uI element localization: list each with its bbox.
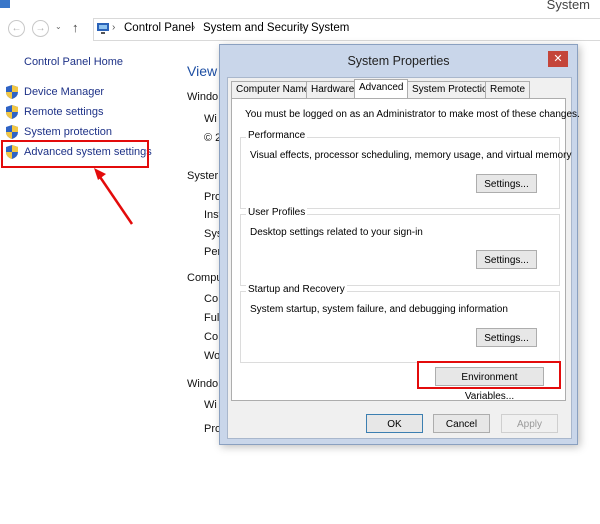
breadcrumb-system-and-security[interactable]: System and Security xyxy=(203,22,308,34)
shield-icon xyxy=(6,125,18,139)
close-icon[interactable]: ✕ xyxy=(548,51,568,67)
startup-recovery-group xyxy=(240,291,560,363)
section-fragment: Windo xyxy=(187,378,219,390)
forward-button[interactable]: → xyxy=(32,20,49,37)
tab-hardware[interactable]: Hardware xyxy=(306,81,360,98)
tab-computer-name[interactable]: Computer Name xyxy=(231,81,315,98)
control-panel-home-link[interactable]: Control Panel Home xyxy=(24,56,123,68)
section-fragment: Windo xyxy=(187,91,219,103)
startup-recovery-desc: System startup, system failure, and debu… xyxy=(250,304,508,315)
device-manager-label: Device Manager xyxy=(24,86,105,98)
section-fragment: Compu xyxy=(187,272,223,284)
advanced-tab-panel: You must be logged on as an Administrato… xyxy=(231,98,580,402)
startup-recovery-settings-button[interactable]: Settings... xyxy=(476,328,537,347)
breadcrumb-separator-icon: › xyxy=(112,22,116,33)
startup-recovery-title: Startup and Recovery xyxy=(246,284,347,295)
breadcrumb-separator-icon: › xyxy=(300,22,304,33)
cancel-button[interactable]: Cancel xyxy=(433,414,490,433)
text-fragment: Co xyxy=(204,293,219,305)
highlight-box xyxy=(417,361,561,389)
system-protection-link[interactable]: System protection xyxy=(6,123,112,141)
back-button[interactable]: ← xyxy=(8,20,25,37)
text-fragment: Ful xyxy=(204,312,220,324)
performance-settings-button[interactable]: Settings... xyxy=(476,174,537,193)
admin-notice: You must be logged on as an Administrato… xyxy=(245,109,580,120)
user-profiles-title: User Profiles xyxy=(246,207,308,218)
dialog-title: System Properties xyxy=(347,54,450,68)
ok-button[interactable]: OK xyxy=(366,414,423,433)
text-fragment: Wi xyxy=(204,113,217,125)
apply-button[interactable]: Apply xyxy=(501,414,558,433)
section-fragment: Syster xyxy=(187,170,219,182)
tab-remote[interactable]: Remote xyxy=(485,81,531,98)
performance-title: Performance xyxy=(246,130,308,141)
up-button[interactable]: ↑ xyxy=(72,20,79,35)
breadcrumb-system[interactable]: System xyxy=(311,22,349,34)
device-manager-link[interactable]: Device Manager xyxy=(6,83,104,101)
remote-settings-label: Remote settings xyxy=(24,106,104,118)
window-title: System xyxy=(546,0,590,12)
performance-group xyxy=(240,137,560,209)
tab-advanced[interactable]: Advanced xyxy=(354,79,409,99)
breadcrumb-separator-icon: › xyxy=(192,22,196,33)
shield-icon xyxy=(6,85,18,99)
recent-dropdown-icon[interactable]: ⌄ xyxy=(55,22,62,31)
text-fragment: Co xyxy=(204,331,219,343)
control-panel-icon xyxy=(97,23,109,34)
annotation-arrow-icon xyxy=(94,168,134,225)
shield-icon xyxy=(6,105,18,119)
system-protection-label: System protection xyxy=(24,126,113,138)
text-fragment: Wi xyxy=(204,399,217,411)
view-heading: View xyxy=(187,63,218,79)
user-profiles-desc: Desktop settings related to your sign-in xyxy=(250,227,423,238)
app-icon xyxy=(0,0,10,8)
breadcrumb-control-panel[interactable]: Control Panel xyxy=(124,22,194,34)
performance-desc: Visual effects, processor scheduling, me… xyxy=(250,150,572,161)
user-profiles-settings-button[interactable]: Settings... xyxy=(476,250,537,269)
text-fragment: Wo xyxy=(204,350,221,362)
remote-settings-link[interactable]: Remote settings xyxy=(6,103,103,121)
